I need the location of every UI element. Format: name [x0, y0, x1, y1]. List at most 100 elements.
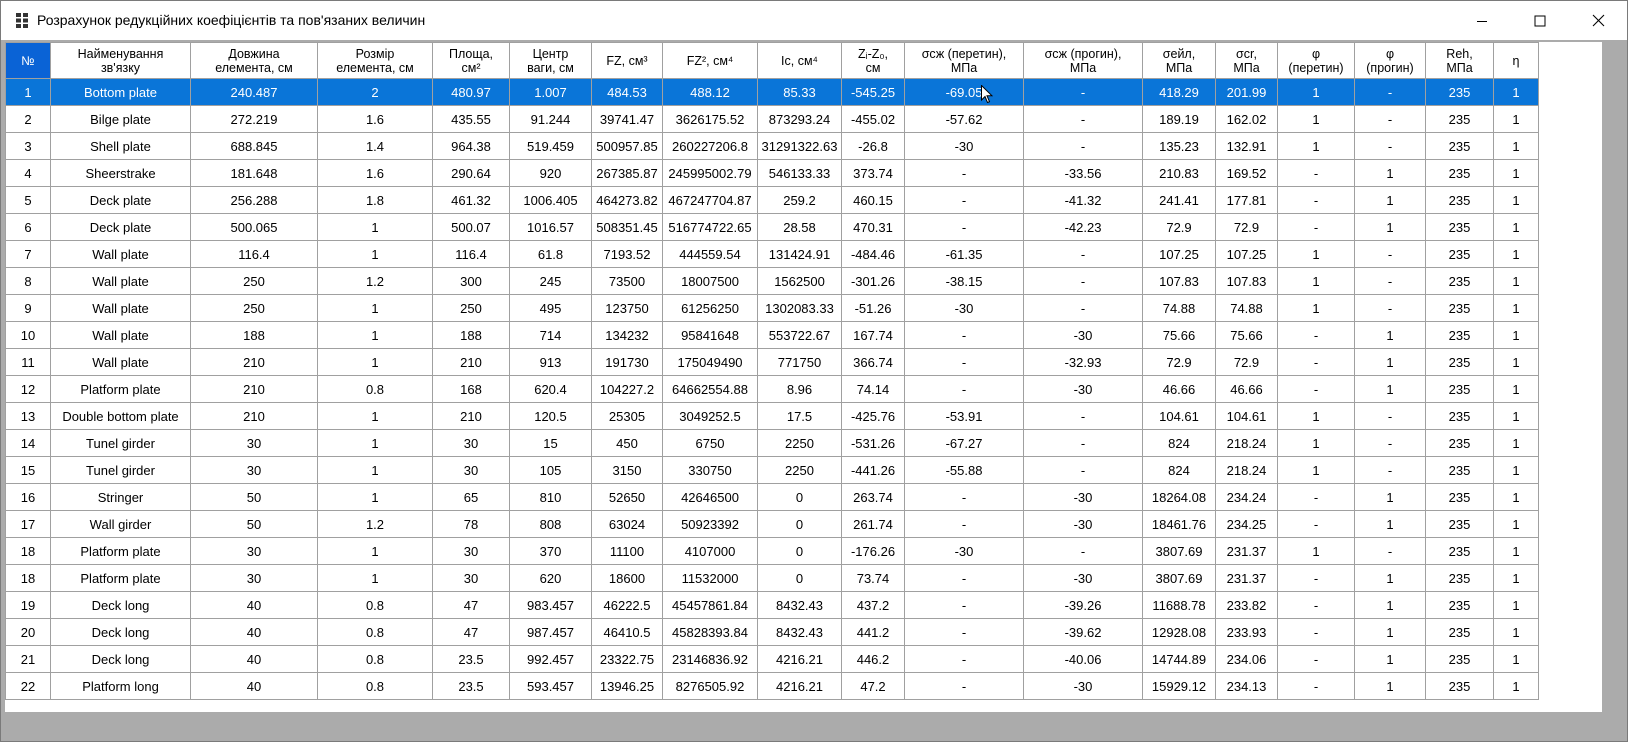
- table-cell[interactable]: 47: [432, 591, 510, 619]
- table-cell[interactable]: Deck long: [50, 618, 191, 646]
- table-cell[interactable]: 201.99: [1215, 78, 1278, 106]
- table-cell[interactable]: 1: [1493, 672, 1539, 700]
- table-cell[interactable]: 500.065: [190, 213, 318, 241]
- table-cell[interactable]: 0.8: [317, 672, 433, 700]
- table-cell[interactable]: Bottom plate: [50, 78, 191, 106]
- table-cell[interactable]: 2250: [757, 429, 842, 457]
- table-cell[interactable]: 73500: [591, 267, 663, 295]
- table-cell[interactable]: 250: [432, 294, 510, 322]
- table-cell[interactable]: 987.457: [509, 618, 592, 646]
- table-cell[interactable]: -301.26: [841, 267, 905, 295]
- table-cell[interactable]: -30: [904, 537, 1024, 565]
- table-cell[interactable]: 50: [190, 483, 318, 511]
- table-cell[interactable]: 175049490: [662, 348, 758, 376]
- table-cell[interactable]: 1: [1277, 78, 1355, 106]
- table-cell[interactable]: -42.23: [1023, 213, 1143, 241]
- table-cell[interactable]: 20: [5, 618, 51, 646]
- table-cell[interactable]: 1: [1493, 510, 1539, 538]
- table-cell[interactable]: 131424.91: [757, 240, 842, 268]
- table-cell[interactable]: 30: [432, 456, 510, 484]
- table-cell[interactable]: 21: [5, 645, 51, 673]
- column-header-12[interactable]: σсж (прогин), МПа: [1023, 42, 1143, 79]
- table-cell[interactable]: Deck long: [50, 645, 191, 673]
- table-cell[interactable]: 50923392: [662, 510, 758, 538]
- table-cell[interactable]: 1: [317, 429, 433, 457]
- table-cell[interactable]: 913: [509, 348, 592, 376]
- table-cell[interactable]: 8432.43: [757, 618, 842, 646]
- table-cell[interactable]: -30: [1023, 321, 1143, 349]
- table-cell[interactable]: 63024: [591, 510, 663, 538]
- table-cell[interactable]: 810: [509, 483, 592, 511]
- table-cell[interactable]: 256.288: [190, 186, 318, 214]
- table-cell[interactable]: -: [1277, 321, 1355, 349]
- close-button[interactable]: [1569, 1, 1627, 40]
- table-cell[interactable]: 1: [1493, 564, 1539, 592]
- table-cell[interactable]: Shell plate: [50, 132, 191, 160]
- table-cell[interactable]: 75.66: [1142, 321, 1216, 349]
- table-cell[interactable]: 120.5: [509, 402, 592, 430]
- table-cell[interactable]: 444559.54: [662, 240, 758, 268]
- table-cell[interactable]: 18007500: [662, 267, 758, 295]
- table-cell[interactable]: 39741.47: [591, 105, 663, 133]
- table-cell[interactable]: 1: [1493, 645, 1539, 673]
- table-cell[interactable]: -30: [1023, 672, 1143, 700]
- table-cell[interactable]: 61.8: [509, 240, 592, 268]
- table-row[interactable]: 3 Shell plate 688.845 1.4 964.38 519.459 50095…: [5, 132, 1539, 160]
- table-cell[interactable]: 210: [190, 375, 318, 403]
- table-cell[interactable]: 470.31: [841, 213, 905, 241]
- table-cell[interactable]: -: [1354, 240, 1426, 268]
- table-cell[interactable]: 6750: [662, 429, 758, 457]
- table-row[interactable]: 9 Wall plate 250 1 250 495 123750 61256250 13020…: [5, 294, 1539, 322]
- table-row[interactable]: 17 Wall girder 50 1.2 78 808 63024 50923392 0 261…: [5, 510, 1539, 538]
- table-cell[interactable]: -: [1277, 672, 1355, 700]
- table-cell[interactable]: 1: [1493, 159, 1539, 187]
- table-cell[interactable]: 1006.405: [509, 186, 592, 214]
- column-header-8[interactable]: FZ², см⁴: [662, 42, 758, 79]
- table-cell[interactable]: -: [904, 375, 1024, 403]
- table-cell[interactable]: Tunel girder: [50, 456, 191, 484]
- table-cell[interactable]: 9: [5, 294, 51, 322]
- table-cell[interactable]: 40: [190, 591, 318, 619]
- table-cell[interactable]: 104227.2: [591, 375, 663, 403]
- table-cell[interactable]: 495: [509, 294, 592, 322]
- table-cell[interactable]: 50: [190, 510, 318, 538]
- table-cell[interactable]: 263.74: [841, 483, 905, 511]
- table-cell[interactable]: 6: [5, 213, 51, 241]
- table-cell[interactable]: 8276505.92: [662, 672, 758, 700]
- table-cell[interactable]: -30: [904, 294, 1024, 322]
- table-row[interactable]: 11 Wall plate 210 1 210 913 191730 175049490 771…: [5, 348, 1539, 376]
- table-cell[interactable]: 235: [1425, 456, 1494, 484]
- table-cell[interactable]: Platform long: [50, 672, 191, 700]
- table-cell[interactable]: -41.32: [1023, 186, 1143, 214]
- table-row[interactable]: 18 Platform plate 30 1 30 620 18600 11532000 0 73…: [5, 564, 1539, 592]
- table-cell[interactable]: 1: [1493, 591, 1539, 619]
- table-cell[interactable]: 3: [5, 132, 51, 160]
- table-cell[interactable]: -: [1277, 483, 1355, 511]
- table-cell[interactable]: 290.64: [432, 159, 510, 187]
- table-cell[interactable]: 233.93: [1215, 618, 1278, 646]
- table-cell[interactable]: 16: [5, 483, 51, 511]
- table-cell[interactable]: 1: [317, 294, 433, 322]
- table-cell[interactable]: 235: [1425, 645, 1494, 673]
- table-cell[interactable]: 1: [317, 483, 433, 511]
- table-cell[interactable]: -176.26: [841, 537, 905, 565]
- table-cell[interactable]: -: [1277, 159, 1355, 187]
- table-cell[interactable]: 1: [1277, 294, 1355, 322]
- table-cell[interactable]: 1.6: [317, 105, 433, 133]
- table-cell[interactable]: 61256250: [662, 294, 758, 322]
- table-cell[interactable]: Wall plate: [50, 321, 191, 349]
- table-cell[interactable]: -: [1354, 78, 1426, 106]
- table-cell[interactable]: 25305: [591, 402, 663, 430]
- column-header-15[interactable]: φ (перетин): [1277, 42, 1355, 79]
- table-cell[interactable]: 245995002.79: [662, 159, 758, 187]
- table-cell[interactable]: 0.8: [317, 645, 433, 673]
- table-cell[interactable]: 75.66: [1215, 321, 1278, 349]
- table-cell[interactable]: 2: [317, 78, 433, 106]
- table-cell[interactable]: 546133.33: [757, 159, 842, 187]
- table-cell[interactable]: 1: [1493, 321, 1539, 349]
- table-cell[interactable]: Wall plate: [50, 294, 191, 322]
- table-cell[interactable]: 1: [1493, 429, 1539, 457]
- table-cell[interactable]: 992.457: [509, 645, 592, 673]
- table-cell[interactable]: 72.9: [1142, 213, 1216, 241]
- table-cell[interactable]: -32.93: [1023, 348, 1143, 376]
